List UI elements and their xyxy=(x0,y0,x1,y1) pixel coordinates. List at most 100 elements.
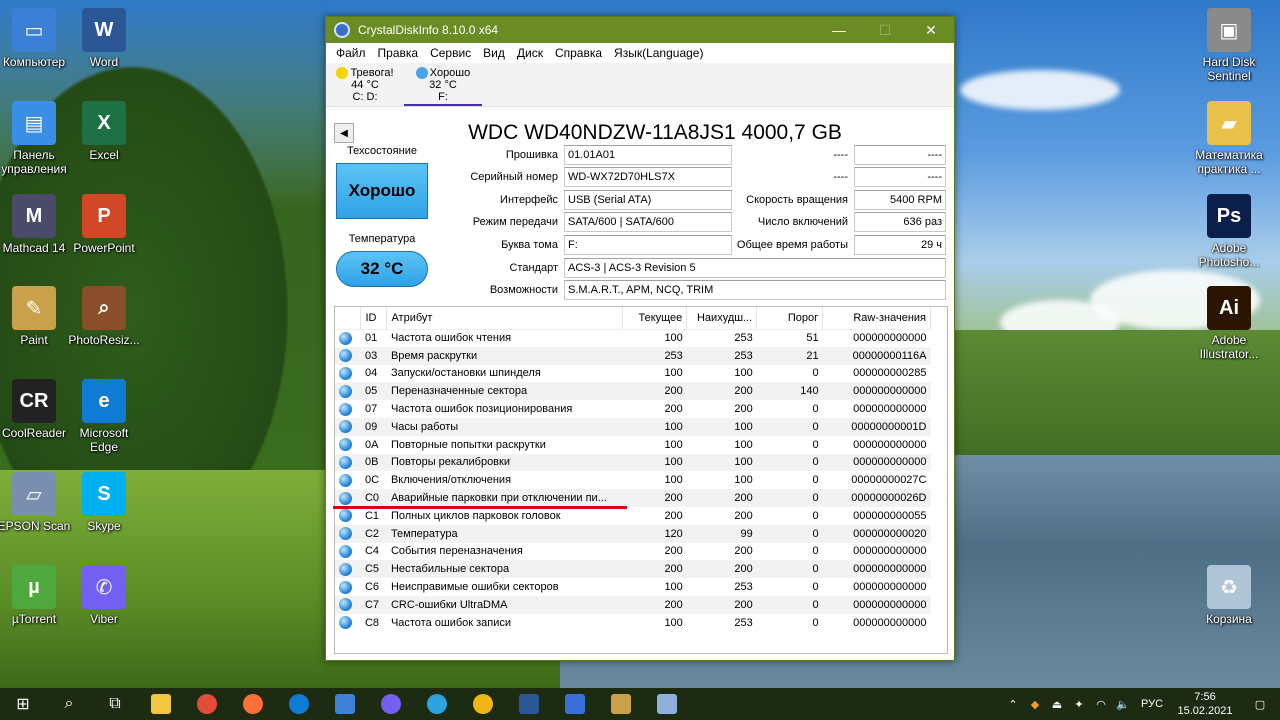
antivirus-icon[interactable]: ◆ xyxy=(1024,698,1046,711)
table-row[interactable]: 04 Запуски/остановки шпинделя 100 100 0 00000… xyxy=(335,365,931,383)
status-cell xyxy=(335,471,361,489)
status-column-header[interactable] xyxy=(335,307,362,330)
info-value: S.M.A.R.T., APM, NCQ, TRIM xyxy=(564,280,946,300)
column-header-attribute[interactable]: Атрибут xyxy=(386,307,624,330)
column-header-raw[interactable]: Raw-значения xyxy=(822,307,931,330)
clock[interactable]: 7:56 15.02.2021 xyxy=(1170,690,1240,718)
menu-view[interactable]: Вид xyxy=(477,46,511,60)
word-taskbar-button[interactable] xyxy=(506,688,552,720)
desktop-shortcut[interactable]: ▭ Компьютер xyxy=(0,8,74,96)
task-view-taskbar-button[interactable]: ⧉ xyxy=(92,688,138,720)
viber-taskbar-button[interactable] xyxy=(368,688,414,720)
desktop-shortcut[interactable]: ▱ EPSON Scan xyxy=(0,472,74,560)
table-row[interactable]: C6 Неисправимые ошибки секторов 100 253 0 000… xyxy=(335,578,931,596)
disk-tab-cd[interactable]: Тревога! 44 °C C: D: xyxy=(326,63,404,106)
table-row[interactable]: C4 События переназначения 200 200 0 000000000… xyxy=(335,543,931,561)
smart-attributes-table[interactable]: ID Атрибут Текущее Наихудш... Порог Raw-… xyxy=(334,306,948,654)
network-icon[interactable]: ◠ xyxy=(1090,698,1112,711)
dropbox-icon[interactable]: ✦ xyxy=(1068,698,1090,711)
cell-threshold: 0 xyxy=(812,403,819,416)
desktop-shortcut[interactable]: e Microsoft Edge xyxy=(64,379,144,467)
file-explorer-taskbar-button[interactable] xyxy=(138,688,184,720)
status-cell xyxy=(335,436,361,454)
previous-disk-button[interactable]: ◀ xyxy=(334,123,354,143)
volume-icon[interactable]: 🔈 xyxy=(1112,698,1134,711)
desktop-shortcut[interactable]: ✆ Viber xyxy=(64,565,144,653)
desktop-shortcut-label: Microsoft Edge xyxy=(79,426,129,454)
crystaldiskinfo-taskbar-button[interactable] xyxy=(644,688,690,720)
table-row[interactable]: 09 Часы работы 100 100 0 00000000001D xyxy=(335,417,931,436)
table-row[interactable]: C7 CRC-ошибки UltraDMA 200 200 0 000000000000 xyxy=(335,595,931,614)
cell-current: 100 xyxy=(664,438,683,451)
table-row[interactable]: 0A Повторные попытки раскрутки 100 100 0 0000… xyxy=(335,436,931,454)
paint-taskbar-button[interactable] xyxy=(598,688,644,720)
disk-tab-f[interactable]: Хорошо 32 °C F: xyxy=(404,63,482,106)
table-row[interactable]: 05 Переназначенные сектора 200 200 140 000000… xyxy=(335,382,931,401)
desktop-shortcut[interactable]: ▰ Математика практика ... xyxy=(1189,101,1269,189)
desktop-shortcut[interactable]: P PowerPoint xyxy=(64,194,144,282)
cell-id: C5 xyxy=(360,560,387,579)
menu-file[interactable]: Файл xyxy=(330,46,372,60)
health-status-button[interactable]: Хорошо xyxy=(336,163,428,219)
desktop-shortcut[interactable]: S Skype xyxy=(64,472,144,560)
menu-help[interactable]: Справка xyxy=(549,46,608,60)
desktop-shortcut[interactable]: ✎ Paint xyxy=(0,286,74,374)
column-header-worst[interactable]: Наихудш... xyxy=(686,307,758,330)
calculator-taskbar-button[interactable] xyxy=(552,688,598,720)
desktop-shortcut[interactable]: µ µTorrent xyxy=(0,565,74,653)
desktop-shortcut[interactable]: Ps Adobe Photosho... xyxy=(1189,194,1269,282)
desktop-shortcut[interactable]: ♻ Корзина xyxy=(1189,565,1269,653)
start-taskbar-button[interactable]: ⊞ xyxy=(0,688,46,720)
edge-taskbar-button[interactable] xyxy=(276,688,322,720)
table-row[interactable]: 0C Включения/отключения 100 100 0 00000000027… xyxy=(335,471,931,489)
close-button[interactable]: ✕ xyxy=(908,17,954,43)
title-bar[interactable]: CrystalDiskInfo 8.10.0 x64 — ☐ ✕ xyxy=(326,17,954,43)
table-row[interactable]: C8 Частота ошибок записи 100 253 0 0000000000… xyxy=(335,614,931,632)
desktop-shortcut-label: Word xyxy=(89,55,119,69)
table-row[interactable]: 01 Частота ошибок чтения 100 253 51 000000000… xyxy=(335,329,931,347)
info-row-standard: Стандарт ACS-3 | ACS-3 Revision 5 xyxy=(436,258,946,278)
info-row-right-1: ---- ---- xyxy=(736,145,946,165)
table-row[interactable]: 0B Повторы рекалибровки 100 100 0 00000000000… xyxy=(335,453,931,472)
desktop-shortcut[interactable]: ▣ Hard Disk Sentinel xyxy=(1189,8,1269,96)
disk-status: Тревога! xyxy=(350,67,394,79)
menu-edit[interactable]: Правка xyxy=(372,46,425,60)
table-row[interactable]: 03 Время раскрутки 253 253 21 00000000116A xyxy=(335,346,931,365)
mail-taskbar-button[interactable] xyxy=(322,688,368,720)
status-cell xyxy=(335,489,361,507)
column-header-threshold[interactable]: Порог xyxy=(756,307,824,330)
archicad-taskbar-button[interactable] xyxy=(460,688,506,720)
usb-icon[interactable]: ⏏ xyxy=(1046,698,1068,711)
firefox-taskbar-button[interactable] xyxy=(230,688,276,720)
search-taskbar-button[interactable]: ⌕ xyxy=(46,688,92,720)
desktop-shortcut[interactable]: M Mathcad 14 xyxy=(0,194,74,282)
chrome-taskbar-button[interactable] xyxy=(184,688,230,720)
table-row[interactable]: C1 Полных циклов парковок головок 200 200 0 0… xyxy=(335,507,931,525)
menu-disk[interactable]: Диск xyxy=(511,46,549,60)
column-header-current[interactable]: Текущее xyxy=(622,307,688,330)
crystaldiskinfo-icon xyxy=(334,22,350,38)
desktop-shortcut[interactable]: CR CoolReader xyxy=(0,379,74,467)
desktop-shortcut[interactable]: ▤ Панель управления xyxy=(0,101,74,189)
table-row[interactable]: C2 Температура 120 99 0 000000000020 xyxy=(335,524,931,543)
table-row[interactable]: 07 Частота ошибок позиционирования 200 200 0… xyxy=(335,400,931,418)
desktop-shortcut[interactable]: ⌕ PhotoResiz... xyxy=(64,286,144,374)
table-row[interactable]: C0 Аварийные парковки при отключении пи..… xyxy=(335,489,931,507)
info-row-interface: Интерфейс USB (Serial ATA) xyxy=(436,190,732,210)
desktop-shortcut[interactable]: W Word xyxy=(64,8,144,96)
language-indicator[interactable]: РУС xyxy=(1134,698,1170,710)
menu-service[interactable]: Сервис xyxy=(424,46,477,60)
telegram-taskbar-button[interactable] xyxy=(414,688,460,720)
cell-attribute: Частота ошибок позиционирования xyxy=(390,403,573,416)
desktop-shortcut[interactable]: X Excel xyxy=(64,101,144,189)
minimize-button[interactable]: — xyxy=(816,17,862,43)
desktop-shortcut[interactable]: Ai Adobe Illustrator... xyxy=(1189,286,1269,374)
chevron-up-icon[interactable]: ⌃ xyxy=(1002,698,1024,711)
menu-language[interactable]: Язык(Language) xyxy=(608,46,709,60)
cell-id: C8 xyxy=(364,616,380,629)
illustrator-icon: Ai xyxy=(1207,286,1251,330)
maximize-button[interactable]: ☐ xyxy=(862,17,908,43)
column-header-id[interactable]: ID xyxy=(360,307,388,330)
notification-icon[interactable]: ▢ xyxy=(1240,698,1280,711)
table-row[interactable]: C5 Нестабильные сектора 200 200 0 00000000000… xyxy=(335,560,931,579)
